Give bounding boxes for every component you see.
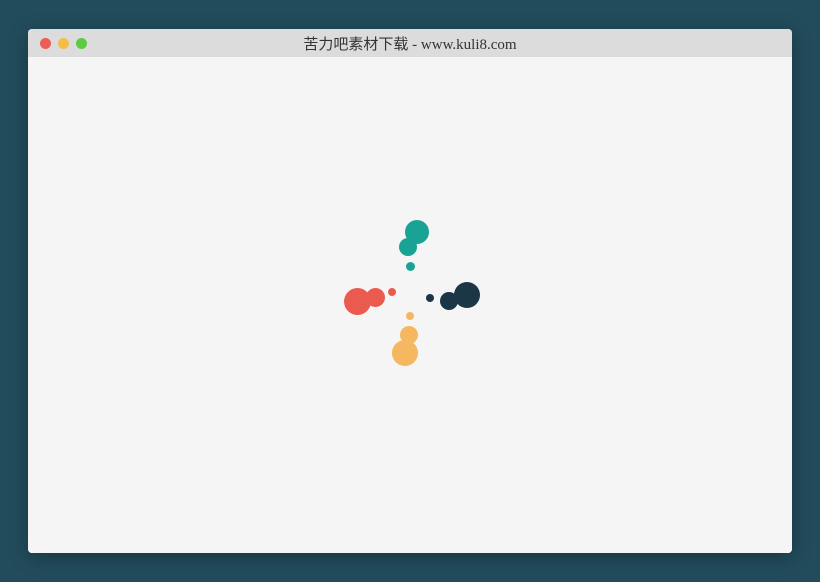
maximize-button[interactable] — [76, 38, 87, 49]
minimize-button[interactable] — [58, 38, 69, 49]
window-content — [28, 57, 792, 553]
window-titlebar: 苦力吧素材下载 - www.kuli8.com — [28, 29, 792, 57]
loading-spinner — [330, 220, 490, 380]
window-title: 苦力吧素材下载 - www.kuli8.com — [38, 33, 782, 54]
close-button[interactable] — [40, 38, 51, 49]
browser-window: 苦力吧素材下载 - www.kuli8.com — [28, 29, 792, 553]
traffic-lights — [40, 38, 87, 49]
